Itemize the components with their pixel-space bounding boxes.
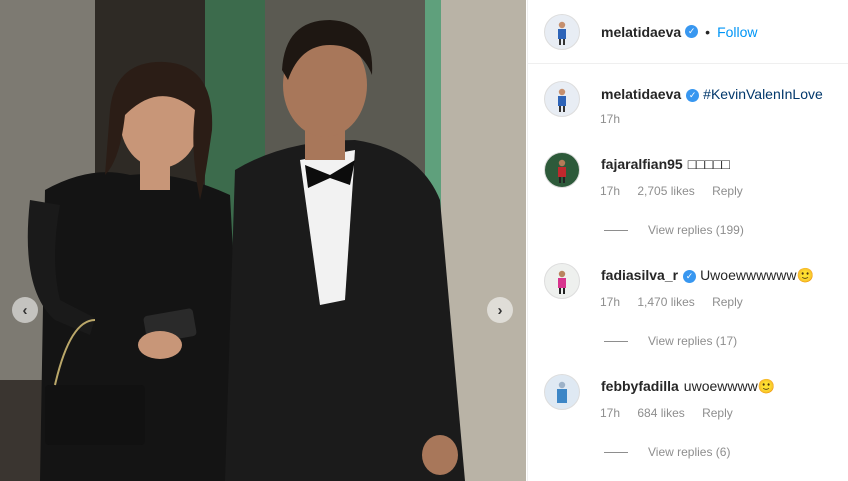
replies-divider	[604, 229, 628, 231]
person-icon	[558, 270, 566, 294]
view-replies-button[interactable]: View replies (17)	[604, 334, 737, 348]
post-header: melatidaeva ✓ • Follow	[528, 0, 848, 64]
comment-likes[interactable]: 1,470 likes	[637, 295, 694, 309]
caption-avatar[interactable]	[544, 81, 580, 117]
comments-panel: melatidaeva ✓ • Follow melatidaeva ✓ #Kevi…	[527, 0, 848, 481]
replies-divider	[604, 451, 628, 453]
comment-item: fadiasilva_r ✓ Uwoewwwwww🙂	[544, 263, 814, 299]
caption-time[interactable]: 17h	[600, 112, 620, 126]
instagram-post: ‹ › melatidaeva ✓ • Follow melatidaeva ✓ #…	[0, 0, 848, 481]
comment-text: uwoewwww🙂	[683, 378, 776, 394]
comment-text: Uwoewwwwww🙂	[700, 267, 814, 283]
previous-photo-button[interactable]: ‹	[12, 297, 38, 323]
person-icon	[558, 88, 566, 112]
comment-meta: 17h 2,705 likes Reply	[600, 184, 757, 198]
verified-badge-icon: ✓	[686, 88, 700, 102]
view-replies-button[interactable]: View replies (199)	[604, 223, 744, 237]
view-replies-button[interactable]: View replies (6)	[604, 445, 730, 459]
caption-hashtag[interactable]: #KevinValenInLove	[703, 86, 823, 102]
photo-illustration	[0, 0, 526, 481]
person-icon	[557, 381, 567, 403]
comment-meta: 17h 1,470 likes Reply	[600, 295, 757, 309]
commenter-avatar[interactable]	[544, 263, 580, 299]
commenter-username[interactable]: febbyfadilla	[601, 378, 679, 394]
commenter-avatar[interactable]	[544, 152, 580, 188]
post-photo[interactable]: ‹ ›	[0, 0, 526, 481]
comment-item: febbyfadilla uwoewwww🙂	[544, 374, 775, 410]
next-photo-button[interactable]: ›	[487, 297, 513, 323]
person-icon	[558, 159, 566, 183]
reply-button[interactable]: Reply	[712, 295, 743, 309]
verified-badge-icon: ✓	[683, 269, 697, 283]
caption-username[interactable]: melatidaeva	[601, 86, 681, 102]
person-icon	[558, 21, 566, 45]
comment-time[interactable]: 17h	[600, 406, 620, 420]
view-replies-label: View replies (17)	[648, 334, 738, 348]
comment-time[interactable]: 17h	[600, 184, 620, 198]
reply-button[interactable]: Reply	[712, 184, 743, 198]
comment-likes[interactable]: 684 likes	[637, 406, 684, 420]
comment-time[interactable]: 17h	[600, 295, 620, 309]
commenter-username[interactable]: fadiasilva_r	[601, 267, 678, 283]
caption: melatidaeva ✓ #KevinValenInLove	[544, 81, 823, 117]
commenter-avatar[interactable]	[544, 374, 580, 410]
caption-meta: 17h	[600, 112, 634, 126]
comment-likes[interactable]: 2,705 likes	[637, 184, 694, 198]
follow-button[interactable]: Follow	[717, 24, 757, 40]
commenter-username[interactable]: fajaralfian95	[601, 156, 683, 172]
comment-item: fajaralfian95 □□□□□	[544, 152, 730, 188]
separator-dot: •	[705, 23, 711, 40]
author-avatar[interactable]	[544, 13, 580, 50]
replies-divider	[604, 340, 628, 342]
reply-button[interactable]: Reply	[702, 406, 733, 420]
verified-badge-icon: ✓	[685, 25, 699, 38]
view-replies-label: View replies (6)	[648, 445, 731, 459]
view-replies-label: View replies (199)	[648, 223, 744, 237]
comment-meta: 17h 684 likes Reply	[600, 406, 747, 420]
comment-text: □□□□□	[687, 156, 730, 172]
author-username[interactable]: melatidaeva	[601, 24, 681, 40]
